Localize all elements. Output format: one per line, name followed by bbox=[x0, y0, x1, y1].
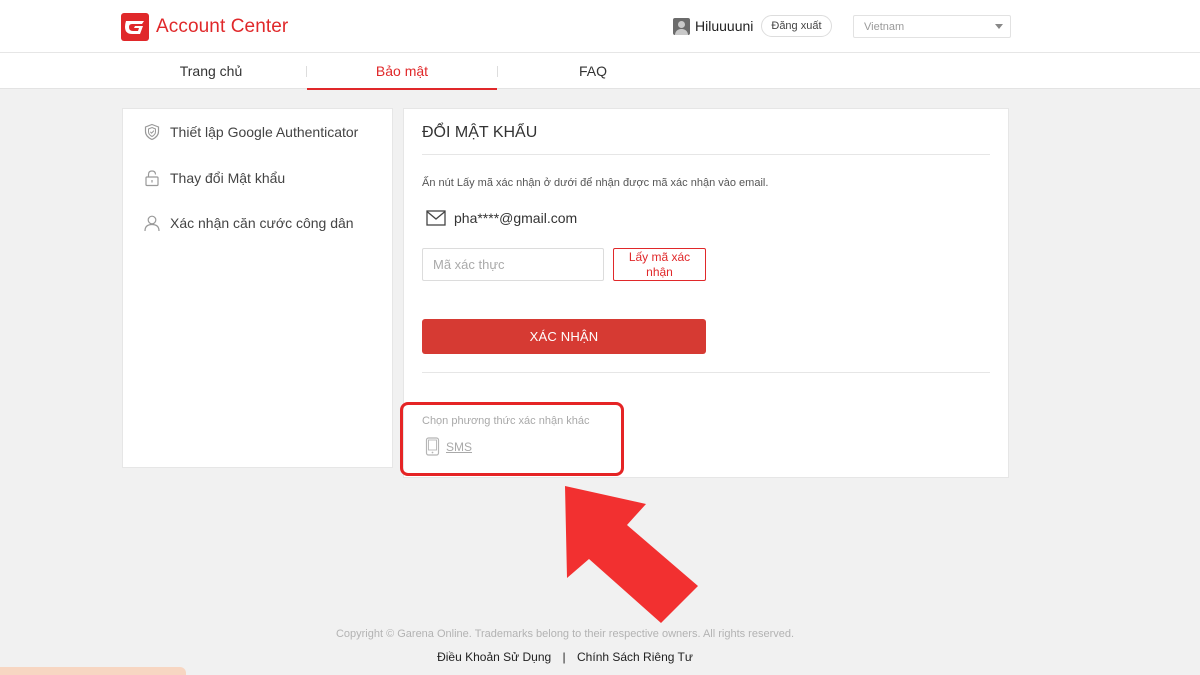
sms-label: SMS bbox=[446, 439, 473, 454]
language-selected-value: Vietnam bbox=[864, 20, 905, 33]
avatar[interactable] bbox=[673, 17, 690, 35]
verification-code-input[interactable] bbox=[422, 248, 604, 281]
sidebar-item-label: Thiết lập Google Authenticator bbox=[170, 124, 359, 140]
corner-strip bbox=[0, 667, 186, 675]
shield-icon bbox=[144, 123, 160, 141]
confirm-button[interactable]: XÁC NHẬN bbox=[422, 319, 706, 354]
footer-links: Điều Khoản Sử Dụng | Chính Sách Riêng Tư bbox=[0, 650, 1130, 664]
tab-home[interactable]: Trang chủ bbox=[116, 53, 306, 89]
sidebar-item-label: Thay đổi Mật khẩu bbox=[170, 170, 286, 186]
tab-faq[interactable]: FAQ bbox=[498, 53, 688, 89]
sidebar-item-change-password[interactable]: Thay đổi Mật khẩu bbox=[143, 166, 285, 190]
sidebar-item-label: Xác nhận căn cước công dân bbox=[170, 215, 354, 231]
privacy-link[interactable]: Chính Sách Riêng Tư bbox=[577, 650, 693, 664]
pointer-arrow-icon bbox=[565, 486, 698, 623]
lock-icon bbox=[145, 170, 159, 187]
logout-button[interactable]: Đăng xuất bbox=[761, 15, 832, 37]
terms-link[interactable]: Điều Khoản Sử Dụng bbox=[437, 650, 551, 664]
sidebar-item-google-authenticator[interactable]: Thiết lập Google Authenticator bbox=[143, 120, 358, 144]
alt-method-label: Chọn phương thức xác nhận khác bbox=[422, 415, 590, 427]
get-code-button[interactable]: Lấy mã xác nhận bbox=[613, 248, 706, 281]
user-icon bbox=[144, 215, 160, 232]
garena-logo-icon bbox=[121, 13, 149, 41]
masked-email: pha****@gmail.com bbox=[454, 210, 578, 226]
language-select[interactable]: Vietnam bbox=[853, 15, 1011, 38]
footer-separator: | bbox=[562, 650, 566, 664]
sidebar-item-citizen-id[interactable]: Xác nhận căn cước công dân bbox=[143, 211, 354, 235]
page: Account Center Hiluuuuni Đăng xuất Vietn… bbox=[0, 0, 1200, 675]
section-divider bbox=[422, 372, 990, 373]
copyright-text: Copyright © Garena Online. Trademarks be… bbox=[335, 628, 795, 640]
tab-security[interactable]: Bảo mật bbox=[307, 53, 497, 90]
main-nav: Trang chủ Bảo mật FAQ bbox=[0, 53, 1200, 90]
user-info: Hiluuuuni Đăng xuất bbox=[673, 14, 832, 38]
page-title: ĐỔI MẬT KHẨU bbox=[422, 124, 538, 141]
top-bar: Account Center Hiluuuuni Đăng xuất Vietn… bbox=[0, 0, 1200, 53]
brand-name: Account Center bbox=[156, 16, 289, 37]
sms-method-link[interactable]: SMS bbox=[425, 437, 472, 456]
security-sidebar: Thiết lập Google Authenticator Thay đổi … bbox=[122, 108, 393, 468]
brand-logo[interactable]: Account Center bbox=[120, 11, 288, 43]
username: Hiluuuuni bbox=[695, 18, 754, 34]
phone-icon bbox=[425, 437, 440, 456]
title-divider bbox=[422, 154, 990, 155]
envelope-icon bbox=[426, 210, 446, 226]
email-row: pha****@gmail.com bbox=[426, 210, 577, 226]
chevron-down-icon bbox=[995, 24, 1003, 29]
instruction-text: Ấn nút Lấy mã xác nhận ở dưới để nhận đư… bbox=[422, 177, 769, 189]
